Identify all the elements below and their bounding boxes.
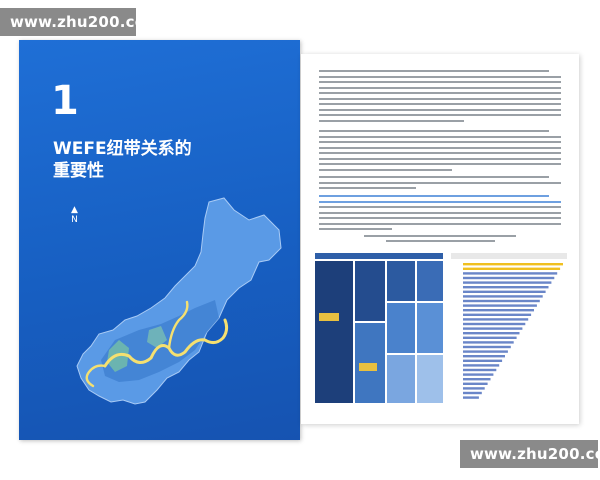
bar (463, 295, 543, 298)
river-basin-map (76, 197, 282, 405)
treemap-chart (315, 253, 443, 403)
bar (463, 309, 534, 312)
treemap-header (315, 253, 443, 259)
treemap-cell (387, 261, 415, 301)
bar (463, 387, 485, 390)
paragraph-1 (319, 70, 561, 125)
chapter-number: 1 (51, 78, 79, 124)
bar (463, 382, 488, 385)
bar (463, 332, 520, 335)
bar (463, 396, 479, 399)
bar-chart-header (451, 253, 567, 259)
bar (463, 368, 497, 372)
bar (463, 313, 532, 316)
treemap-cell (417, 355, 443, 403)
bar-group (463, 263, 563, 399)
chapter-title-line-2: 重要性 (53, 161, 104, 181)
bar (463, 350, 508, 353)
bar (463, 327, 523, 330)
treemap-cell (417, 303, 443, 353)
watermark-bottom: www.zhu200.com (460, 440, 600, 468)
bar (463, 345, 511, 349)
bar-chart (451, 253, 567, 399)
watermark-top: www.zhu200.com (0, 8, 161, 36)
bar (463, 290, 546, 293)
text-page (301, 54, 579, 424)
bar (463, 318, 529, 321)
bar (463, 276, 555, 280)
bar (463, 267, 561, 270)
bar (463, 272, 558, 275)
chapter-title: WEFE纽带关系的 重要性 (53, 138, 192, 182)
figure-caption (331, 235, 549, 242)
treemap-highlight (319, 313, 339, 321)
paragraph-highlighted (319, 195, 561, 234)
treemap-cell (355, 261, 385, 321)
bar (463, 286, 549, 289)
treemap-cell (387, 355, 415, 403)
bar (463, 364, 500, 367)
bar (463, 373, 494, 376)
bar (463, 304, 537, 307)
treemap-highlight (359, 363, 377, 371)
chapter-cover-page: 1 WEFE纽带关系的 重要性 ▲ N (19, 40, 300, 440)
bar (463, 281, 552, 284)
bar (463, 359, 503, 362)
bar (463, 391, 482, 395)
bar (463, 341, 514, 344)
paragraph-3 (319, 176, 561, 193)
bar (463, 263, 563, 266)
bar (463, 322, 526, 326)
chapter-title-line-1: WEFE纽带关系的 (53, 139, 192, 159)
paragraph-2 (319, 130, 561, 174)
bar (463, 378, 491, 381)
bar (463, 299, 540, 303)
treemap-cell (387, 303, 415, 353)
treemap-cell (315, 261, 353, 403)
bar (463, 336, 517, 339)
bar (463, 355, 505, 358)
treemap-cell (417, 261, 443, 301)
